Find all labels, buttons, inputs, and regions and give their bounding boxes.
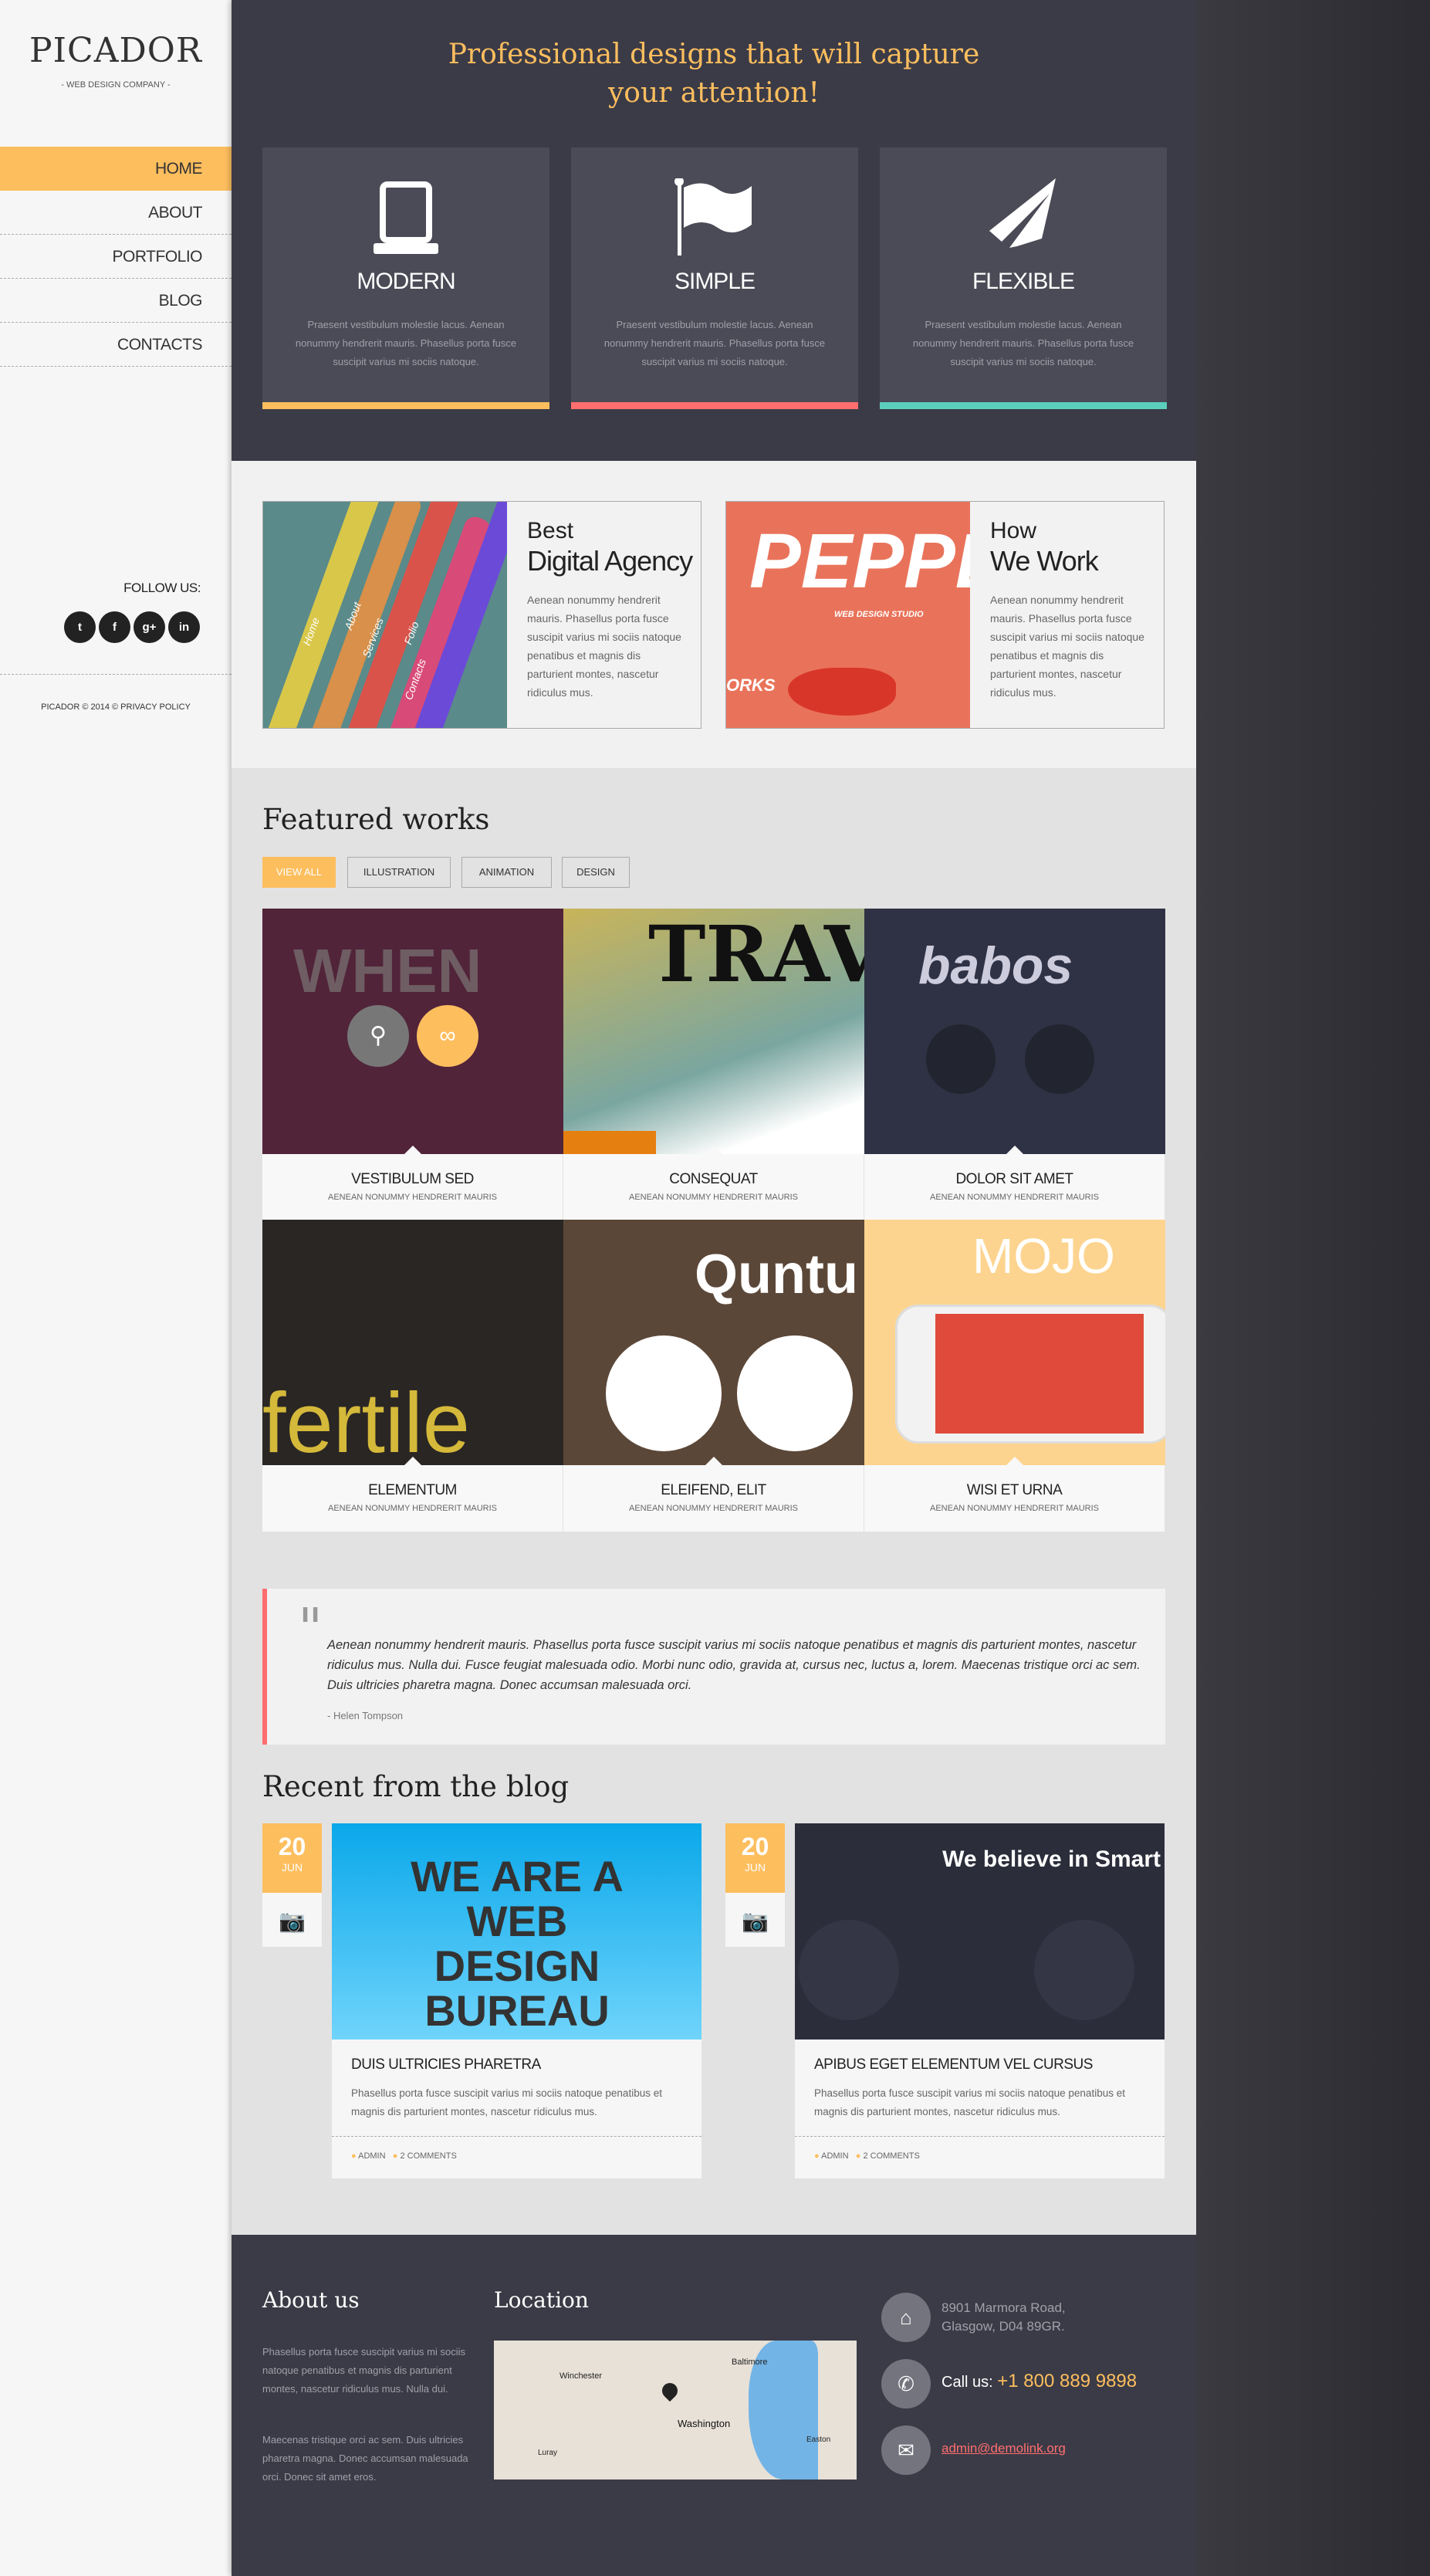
filter-animation[interactable]: ANIMATION [461, 857, 552, 888]
work-item[interactable]: TRAV CONSEQUAT AENEAN NONUMMY HENDRERIT M… [563, 909, 864, 1221]
about-title: About us [262, 2287, 360, 2313]
work-item[interactable]: MOJO WISI ET URNA AENEAN NONUMMY HENDRERI… [864, 1220, 1165, 1532]
follow-label: FOLLOW US: [123, 581, 201, 595]
camera-icon: 📷 [279, 1909, 306, 1933]
phone-icon: ✆ [881, 2359, 931, 2408]
email-link[interactable]: admin@demolink.org [942, 2439, 1066, 2458]
filter-view-all[interactable]: VIEW ALL [262, 857, 336, 888]
logo[interactable]: PICADOR [0, 31, 232, 70]
work-item[interactable]: WHEN ⚲ ∞ VESTIBULUM SED AENEAN NONUMMY HE… [262, 909, 563, 1221]
comments-icon: ● [392, 2151, 398, 2161]
promo-best-digital-agency[interactable]: Home About Services Folio Contacts Best … [262, 501, 701, 729]
google-plus-icon[interactable]: g+ [134, 611, 165, 643]
promo-image: PEPPER WEB DESIGN STUDIO ORKS [726, 502, 970, 728]
comments-icon: ● [855, 2151, 861, 2161]
sidebar: PICADOR - WEB DESIGN COMPANY - HOME ABOU… [0, 0, 255, 2576]
nav-portfolio[interactable]: PORTFOLIO [0, 235, 232, 279]
right-background [1196, 0, 1430, 2576]
user-icon: ● [814, 2151, 820, 2161]
about-text: Maecenas tristique orci ac sem. Duis ult… [262, 2434, 468, 2483]
feature-simple: SIMPLE Praesent vestibulum molestie lacu… [571, 147, 858, 409]
blog-post[interactable]: WE ARE A WEB DESIGN BUREAU DUIS ULTRICIE… [332, 1823, 701, 2178]
about-text: Phasellus porta fusce suscipit varius mi… [262, 2346, 465, 2395]
map-pin-icon[interactable] [658, 2379, 681, 2402]
work-item[interactable]: babos DOLOR SIT AMET AENEAN NONUMMY HENDR… [864, 909, 1165, 1221]
hero-title: Professional designs that will capture yo… [448, 39, 980, 109]
post-image: We believe in Smart [795, 1823, 1165, 2039]
twitter-icon[interactable]: t [64, 611, 96, 643]
blog-title: Recent from the blog [262, 1770, 570, 1803]
zoom-icon[interactable]: ⚲ [347, 1005, 409, 1067]
facebook-icon[interactable]: f [99, 611, 130, 643]
testimonial: " Aenean nonummy hendrerit mauris. Phase… [262, 1589, 1165, 1745]
map[interactable]: Baltimore Winchester Washington Easton L… [494, 2341, 857, 2480]
camera-icon: 📷 [742, 1909, 769, 1933]
nav-home[interactable]: HOME [0, 147, 255, 191]
quote-icon: " [298, 1596, 323, 1660]
feature-modern: MODERN Praesent vestibulum molestie lacu… [262, 147, 549, 409]
featured-title: Featured works [262, 803, 490, 836]
work-item[interactable]: fertile ELEMENTUM AENEAN NONUMMY HENDRERI… [262, 1220, 563, 1532]
nav-blog[interactable]: BLOG [0, 279, 232, 323]
paper-plane-icon [989, 178, 1056, 248]
post-image: WE ARE A WEB DESIGN BUREAU [332, 1823, 701, 2039]
accent-bar [571, 402, 858, 409]
copyright[interactable]: PICADOR © 2014 © PRIVACY POLICY [0, 702, 232, 712]
address: 8901 Marmora Road, Glasgow, D04 89GR. [942, 2300, 1066, 2334]
user-icon: ● [351, 2151, 357, 2161]
nav-contacts[interactable]: CONTACTS [0, 323, 232, 367]
accent-bar [880, 402, 1167, 409]
divider [0, 674, 232, 675]
flag-icon [674, 178, 752, 256]
accent-bar [262, 402, 549, 409]
post-date: 20 JUN 📷 [725, 1823, 785, 1947]
location-title: Location [494, 2287, 589, 2313]
filter-illustration[interactable]: ILLUSTRATION [347, 857, 451, 888]
work-item[interactable]: Quntu ELEIFEND, ELIT AENEAN NONUMMY HENDR… [563, 1220, 864, 1532]
linkedin-icon[interactable]: in [168, 611, 200, 643]
laptop-icon [374, 181, 438, 254]
feature-flexible: FLEXIBLE Praesent vestibulum molestie la… [880, 147, 1167, 409]
phone[interactable]: Call us: +1 800 889 9898 [942, 2372, 1137, 2392]
home-icon: ⌂ [881, 2293, 931, 2342]
filter-design[interactable]: DESIGN [562, 857, 630, 888]
promo-image: Home About Services Folio Contacts [263, 502, 507, 728]
nav-about[interactable]: ABOUT [0, 191, 232, 235]
blog-post[interactable]: We believe in Smart APIBUS EGET ELEMENTU… [795, 1823, 1165, 2178]
link-icon[interactable]: ∞ [417, 1005, 478, 1067]
post-date: 20 JUN 📷 [262, 1823, 322, 1947]
mail-icon: ✉ [881, 2425, 931, 2475]
promo-how-we-work[interactable]: PEPPER WEB DESIGN STUDIO ORKS How We Wor… [725, 501, 1165, 729]
tagline: - WEB DESIGN COMPANY - [61, 80, 171, 90]
